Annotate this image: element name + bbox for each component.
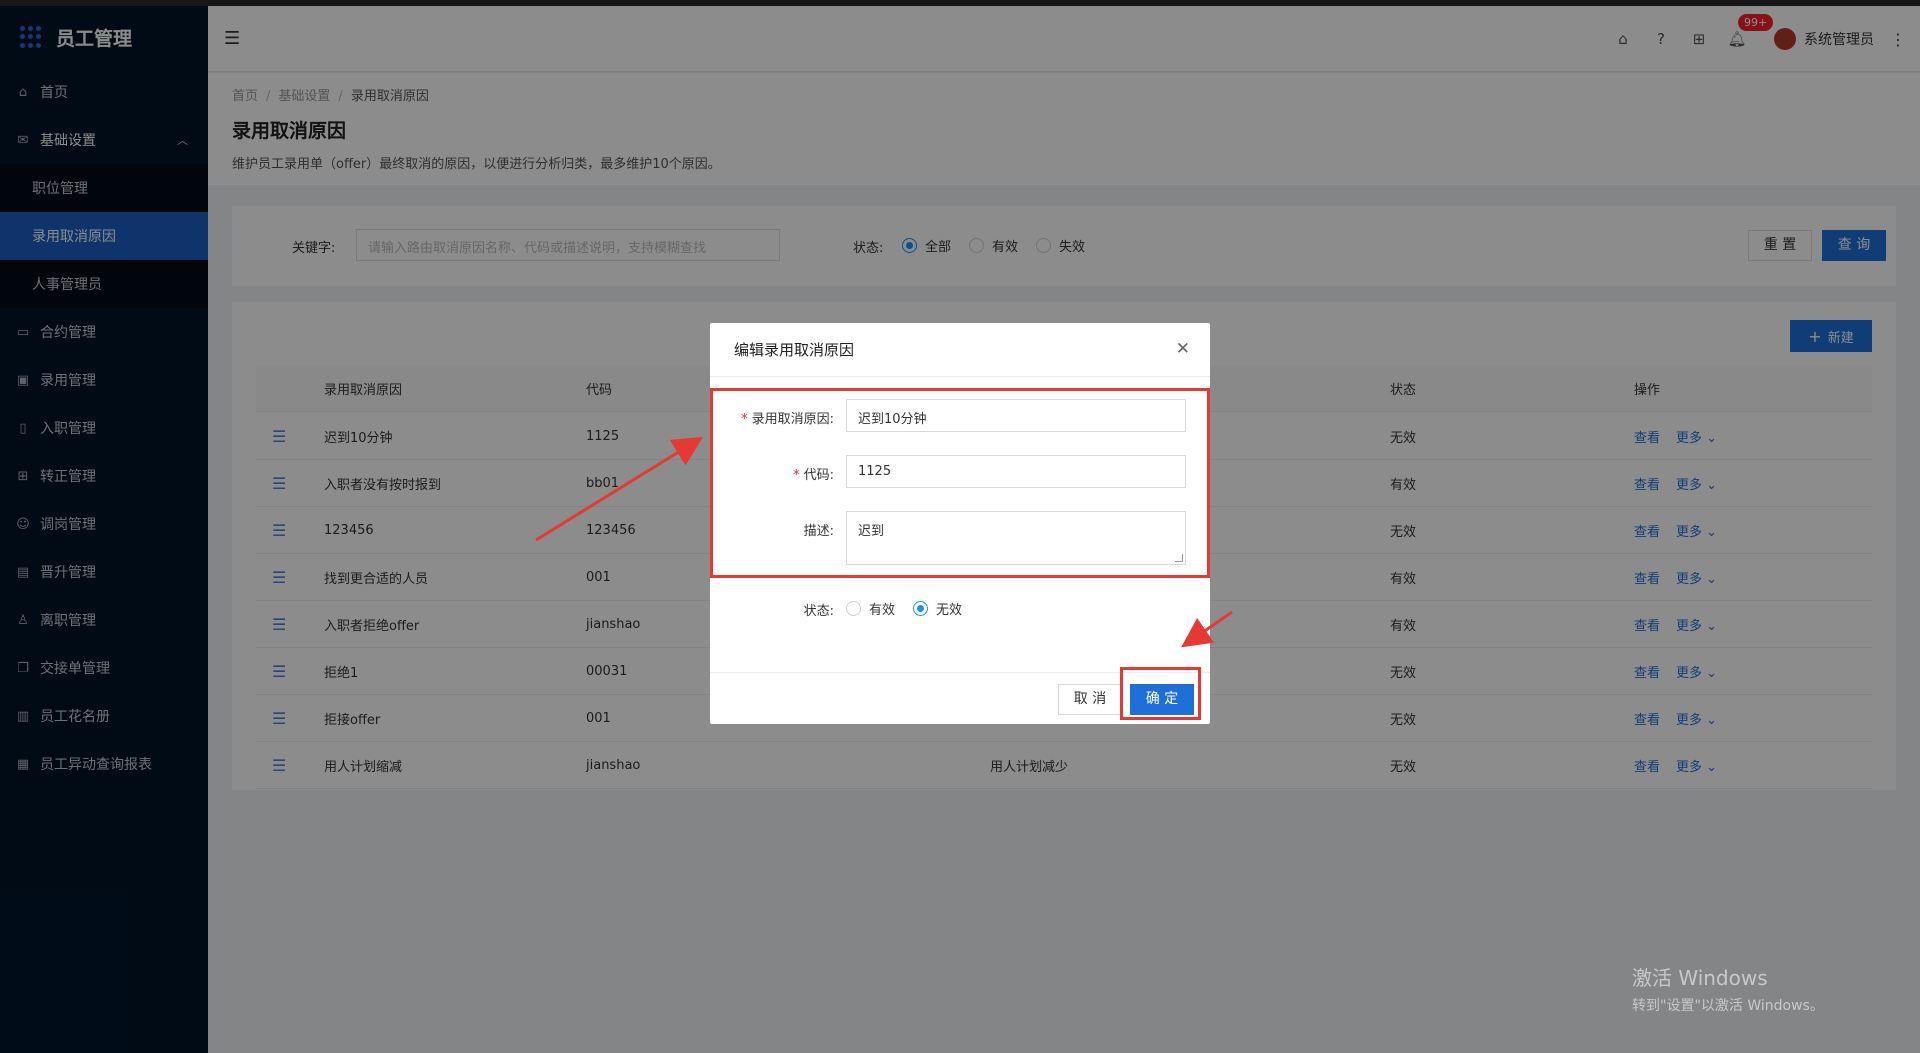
annotation-arrow-form (535, 436, 704, 542)
windows-activation-watermark: 激活 Windows 转到"设置"以激活 Windows。 (1632, 962, 1824, 1015)
watermark-line1: 激活 Windows (1632, 966, 1768, 990)
watermark-line2: 转到"设置"以激活 Windows。 (1632, 998, 1824, 1014)
annotation-arrow-confirm (1181, 610, 1233, 648)
annotation-arrows (535, 436, 1233, 648)
